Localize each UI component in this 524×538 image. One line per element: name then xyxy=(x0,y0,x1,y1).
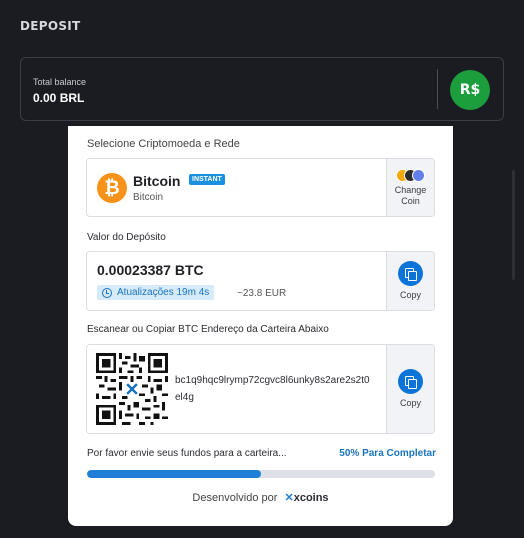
amount-label: Valor do Depósito xyxy=(87,232,166,243)
footer: Desenvolvido por ✕xcoins xyxy=(68,491,453,504)
brand-name: xcoins xyxy=(293,492,329,504)
deposit-panel-content: Selecione Criptomoeda e Rede ₿ Bitcoin I… xyxy=(68,126,453,526)
progress-fill xyxy=(87,470,261,478)
balance-label: Total balance xyxy=(33,77,87,87)
coins-icon xyxy=(395,168,426,182)
copy-amount-label: Copy xyxy=(399,290,421,300)
progress-bar xyxy=(87,470,435,478)
crypto-name: Bitcoin xyxy=(133,173,181,189)
bitcoin-icon: ₿ xyxy=(97,173,127,203)
crypto-selector[interactable]: ₿ Bitcoin INSTANT Bitcoin Change Coin xyxy=(86,158,435,217)
deposit-panel: Selecione Criptomoeda e Rede ₿ Bitcoin I… xyxy=(68,126,453,526)
wallet-address: bc1q9hqc9lrymp72cgvc8l6unky8s2are2s2t0el… xyxy=(175,375,370,403)
progress-message: Por favor envie seus fundos para a carte… xyxy=(87,448,287,459)
progress-percent: 50% Para Completar xyxy=(339,448,436,459)
address-box: bc1q9hqc9lrymp72cgvc8l6unky8s2are2s2t0el… xyxy=(86,344,435,434)
crypto-network-label: Selecione Criptomoeda e Rede xyxy=(87,138,240,150)
change-coin-button[interactable]: Change Coin xyxy=(386,159,434,216)
copy-amount-button[interactable]: Copy xyxy=(386,252,434,310)
copy-address-button[interactable]: Copy xyxy=(386,345,434,433)
currency-selector-button[interactable]: R$ xyxy=(450,70,490,110)
timer-text: Atualizações 19m 4s xyxy=(117,287,210,298)
currency-symbol: R$ xyxy=(459,82,481,98)
instant-badge: INSTANT xyxy=(189,174,225,185)
copy-icon xyxy=(398,261,423,286)
page-title: DEPOSIT xyxy=(20,19,81,33)
copy-icon xyxy=(398,369,423,394)
balance-card: Total balance 0.00 BRL R$ xyxy=(20,57,504,121)
copy-address-label: Copy xyxy=(399,398,421,408)
qr-code xyxy=(96,353,168,425)
balance-value: 0.00 BRL xyxy=(33,91,85,105)
change-coin-label: Change Coin xyxy=(394,184,427,206)
amount-value: 0.00023387 BTC xyxy=(97,262,204,278)
timer-chip: Atualizações 19m 4s xyxy=(97,285,215,300)
progress-row: Por favor envie seus fundos para a carte… xyxy=(87,448,436,462)
amount-box: 0.00023387 BTC Atualizações 19m 4s ~23.8… xyxy=(86,251,435,311)
scrollbar[interactable] xyxy=(512,170,515,280)
clock-icon xyxy=(102,287,112,298)
network-name: Bitcoin xyxy=(133,192,164,203)
footer-prefix: Desenvolvido por xyxy=(192,492,278,504)
address-label: Escanear ou Copiar BTC Endereço da Carte… xyxy=(87,324,329,335)
balance-divider xyxy=(437,69,438,109)
xcoins-logo-icon: ✕ xyxy=(284,492,294,504)
eur-value: ~23.8 EUR xyxy=(237,288,287,299)
